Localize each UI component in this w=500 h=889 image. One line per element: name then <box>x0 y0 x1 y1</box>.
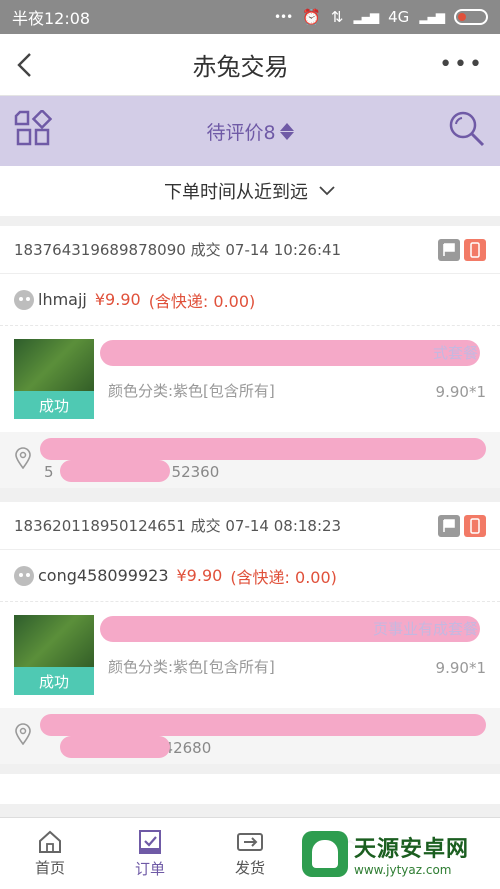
tab-label: 订单 <box>134 859 165 878</box>
tab-home[interactable]: 首页 <box>5 830 95 878</box>
product-thumbnail: 成功 <box>14 615 94 695</box>
order-card[interactable]: 183620118950124651 成交 07-14 08:18:23 con… <box>0 502 500 764</box>
sort-label: 下单时间从近到远 <box>164 182 308 203</box>
order-time: 07-14 08:18:23 <box>225 517 342 535</box>
status-badge: 成功 <box>14 391 94 419</box>
page-title: 赤兔交易 <box>192 53 289 81</box>
redacted-address-2 <box>60 736 170 758</box>
watermark-logo: 天源安卓网 www.jytyaz.com <box>294 823 494 885</box>
android-logo-icon <box>302 831 348 877</box>
order-icon <box>139 829 161 854</box>
flag-icon[interactable] <box>438 514 460 537</box>
watermark-title: 天源安卓网 <box>354 837 470 862</box>
dots-icon: ••• <box>273 10 293 24</box>
order-header: 183764319689878090 成交 07-14 10:26:41 <box>0 226 500 274</box>
avatar-icon <box>14 565 34 586</box>
deal-label: 成交 <box>190 241 221 259</box>
buyer-name[interactable]: lhmajj <box>38 290 87 309</box>
tab-ship[interactable]: 发货 <box>205 830 295 878</box>
filter-bar: 待评价8 <box>0 96 500 166</box>
address-start: 5 <box>44 463 54 481</box>
avatar-icon <box>14 289 34 310</box>
product-row[interactable]: 成功 页事业有成套餐 颜色分类:紫色[包含所有] 9.90*1 <box>0 602 500 708</box>
status-badge: 成功 <box>14 667 94 695</box>
product-title-tail: 式套餐 <box>432 344 478 362</box>
address-end: 52360 <box>171 463 220 481</box>
order-card-partial[interactable] <box>0 774 500 804</box>
order-id: 183764319689878090 <box>14 241 186 259</box>
chevron-down-icon <box>318 181 336 202</box>
deal-label: 成交 <box>190 517 221 535</box>
status-filter-label: 待评价8 <box>206 121 276 144</box>
alarm-icon: ⏰ <box>302 8 321 26</box>
status-filter-dropdown[interactable]: 待评价8 <box>206 118 294 145</box>
product-qty: 9.90*1 <box>435 659 486 677</box>
network-label: 4G <box>388 8 410 26</box>
battery-icon <box>454 9 488 25</box>
search-icon[interactable] <box>448 110 486 152</box>
phone-icon[interactable] <box>464 514 486 537</box>
signal-icon-2: ▂▄▆ <box>419 10 445 24</box>
address-row: 042680 局对 <box>0 708 500 764</box>
flag-icon[interactable] <box>438 238 460 261</box>
ship-icon <box>237 832 263 851</box>
order-price: ¥9.90 <box>176 566 223 585</box>
order-card[interactable]: 183764319689878090 成交 07-14 10:26:41 lhm… <box>0 226 500 488</box>
tab-label: 发货 <box>234 858 265 877</box>
product-thumbnail: 成功 <box>14 339 94 419</box>
tab-orders[interactable]: 订单 <box>105 829 195 879</box>
back-icon[interactable] <box>16 52 42 78</box>
address-row: 5 52360 <box>0 432 500 488</box>
location-icon <box>14 447 32 473</box>
buyer-name[interactable]: cong458099923 <box>38 566 169 585</box>
redacted-title <box>100 340 480 366</box>
sort-dropdown[interactable]: 下单时间从近到远 <box>0 166 500 216</box>
buyer-row: lhmajj ¥9.90 (含快递: 0.00) <box>0 274 500 326</box>
product-row[interactable]: 成功 式套餐 颜色分类:紫色[包含所有] 9.90*1 <box>0 326 500 432</box>
product-variant: 颜色分类:紫色[包含所有] <box>108 658 275 676</box>
product-variant: 颜色分类:紫色[包含所有] <box>108 382 275 400</box>
order-price: ¥9.90 <box>94 290 141 309</box>
signal-icon: ▂▄▆ <box>353 10 379 24</box>
status-time: 半夜12:08 <box>12 9 91 28</box>
phone-icon[interactable] <box>464 238 486 261</box>
order-id: 183620118950124651 <box>14 517 186 535</box>
redacted-address <box>40 438 486 460</box>
location-icon <box>14 723 32 749</box>
order-header: 183620118950124651 成交 07-14 08:18:23 <box>0 502 500 550</box>
data-icon: ⇅ <box>330 8 344 26</box>
order-time: 07-14 10:26:41 <box>225 241 342 259</box>
title-bar: 赤兔交易 ••• <box>0 34 500 96</box>
buyer-row: cong458099923 ¥9.90 (含快递: 0.00) <box>0 550 500 602</box>
product-qty: 9.90*1 <box>435 383 486 401</box>
redacted-address <box>40 714 486 736</box>
category-grid-icon[interactable] <box>14 108 53 152</box>
shipping-fee: (含快递: 0.00) <box>230 567 337 587</box>
sort-arrows-icon <box>279 122 294 140</box>
redacted-address-2 <box>60 460 170 482</box>
more-icon[interactable]: ••• <box>439 52 484 77</box>
status-icons: ••• ⏰ ⇅ ▂▄▆ 4G ▂▄▆ <box>274 8 488 26</box>
shipping-fee: (含快递: 0.00) <box>148 291 256 311</box>
status-bar: 半夜12:08 ••• ⏰ ⇅ ▂▄▆ 4G ▂▄▆ <box>0 0 500 34</box>
product-title-tail: 页事业有成套餐 <box>372 620 478 638</box>
tab-label: 首页 <box>34 858 65 877</box>
home-icon <box>39 830 61 853</box>
watermark-url: www.jytyaz.com <box>354 863 452 877</box>
